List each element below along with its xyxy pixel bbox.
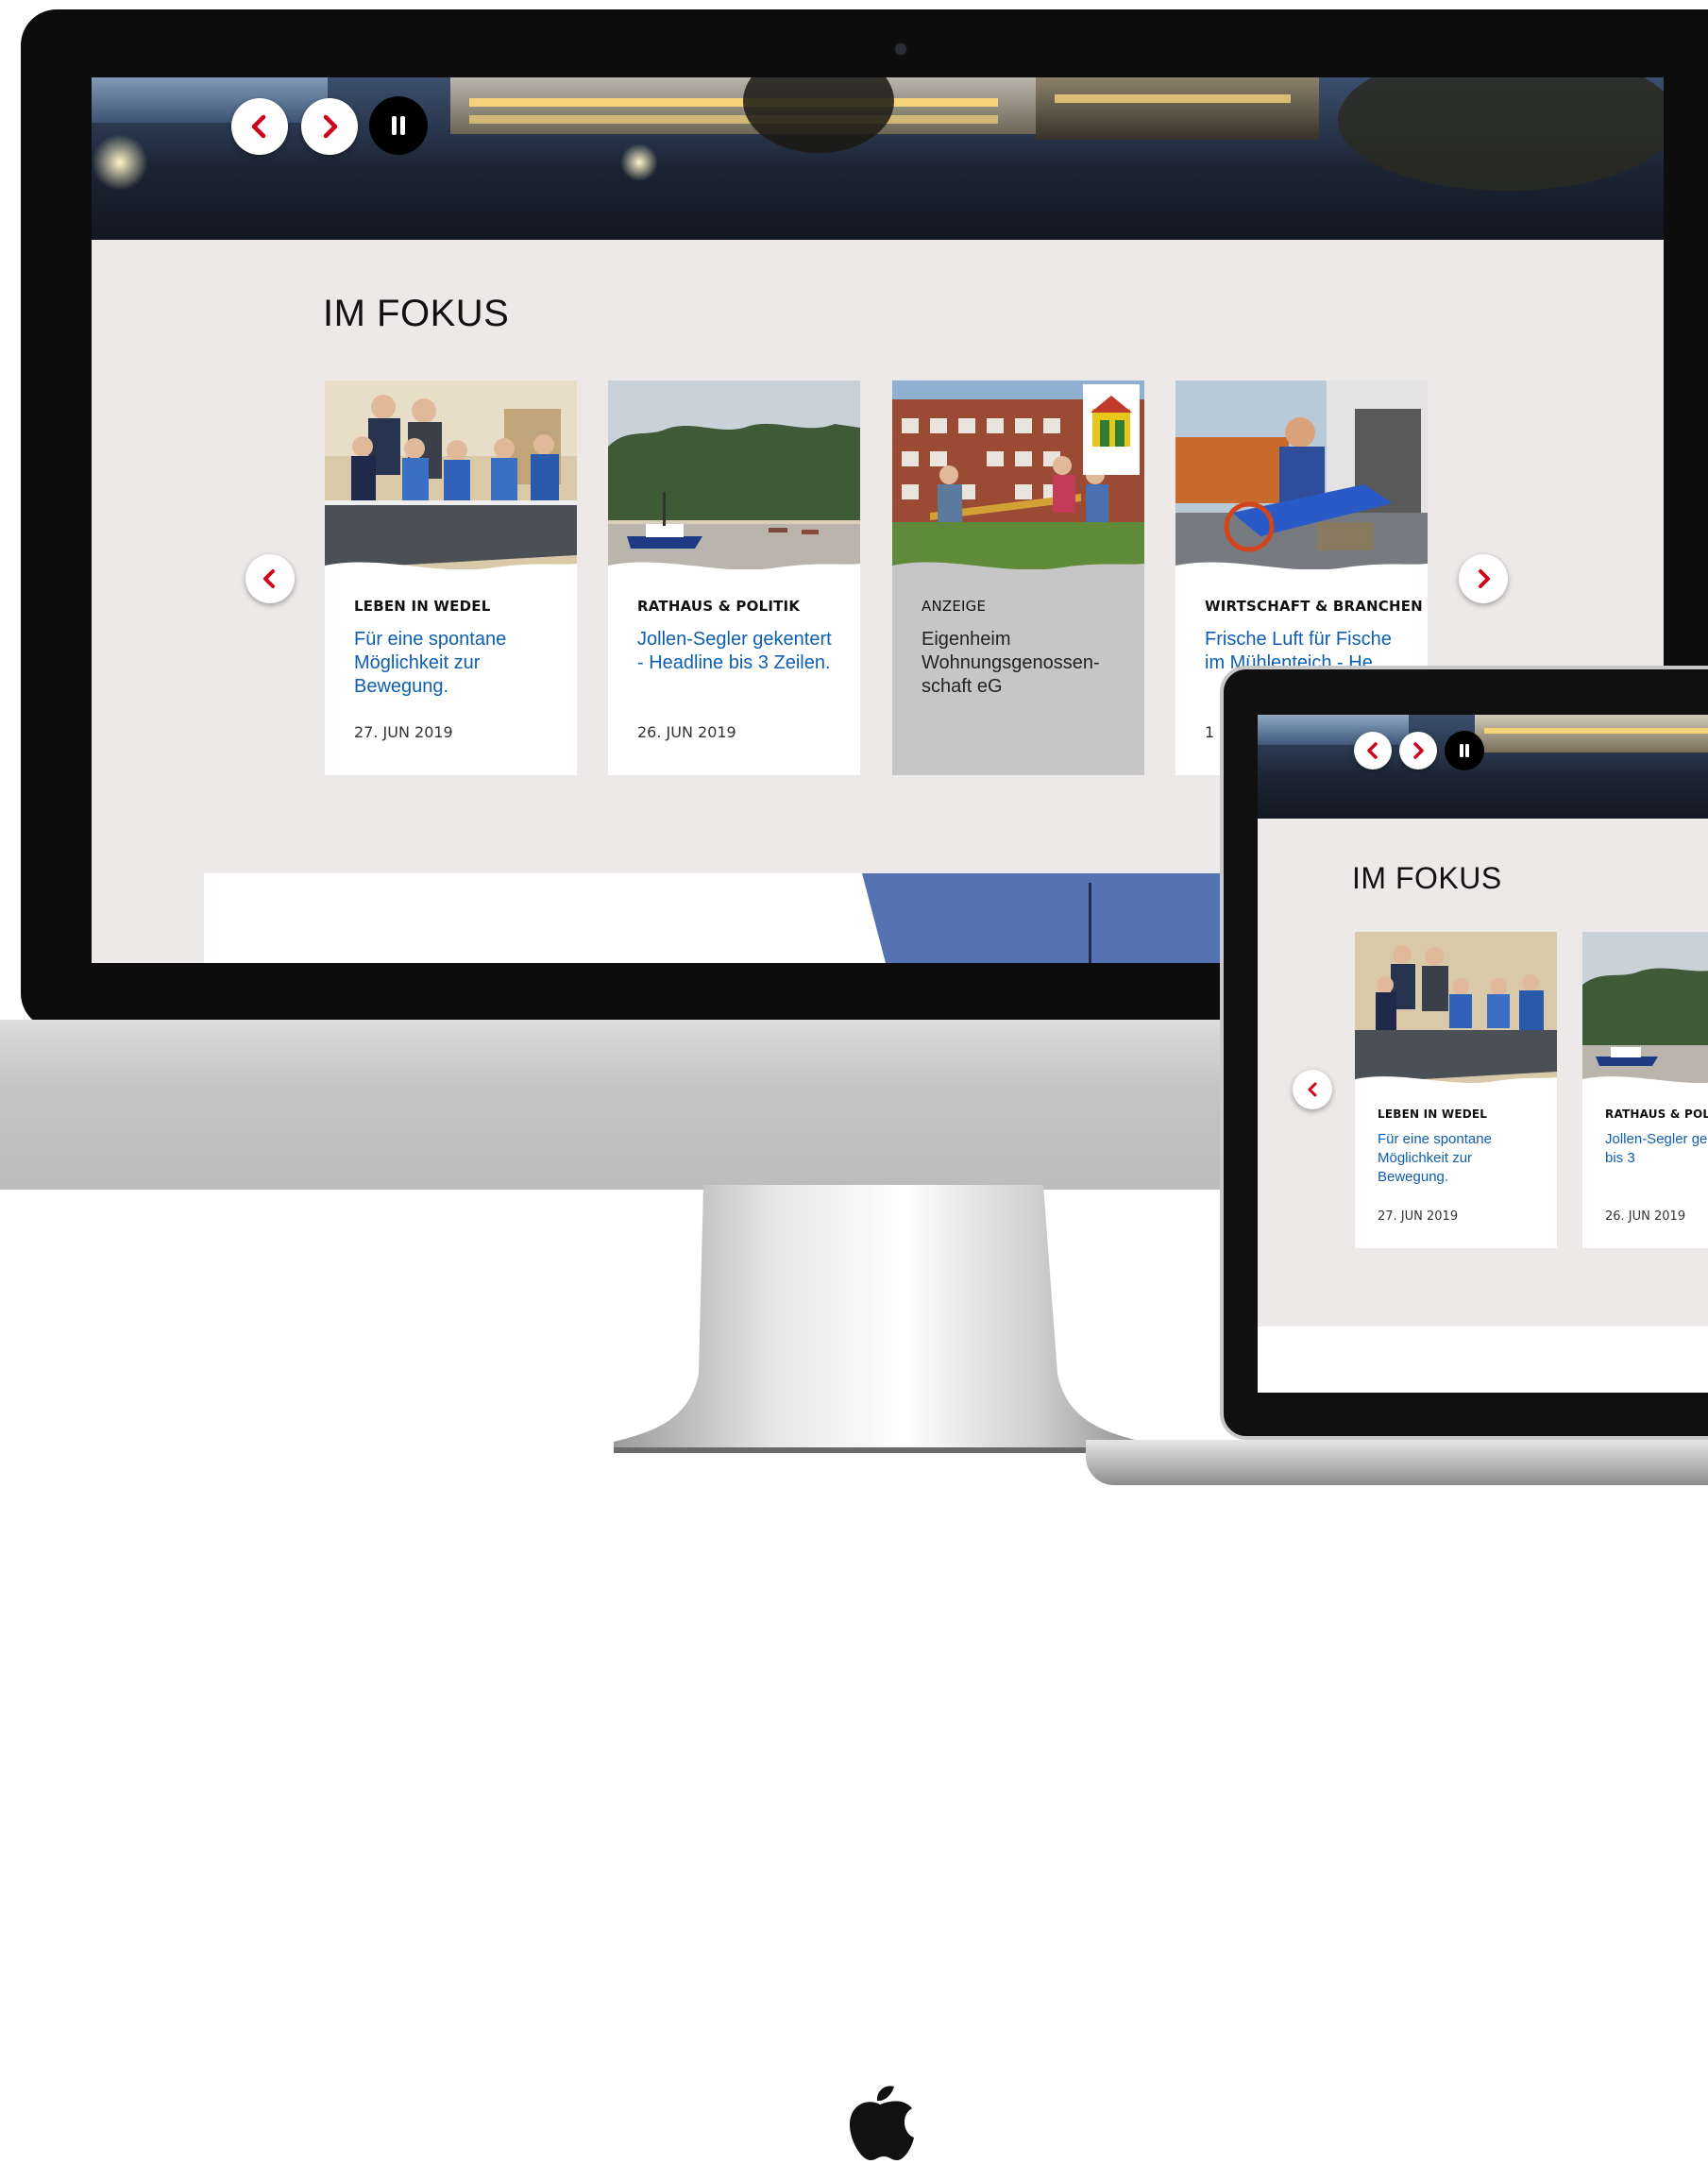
card-category: LEBEN IN WEDEL (354, 598, 491, 615)
slider-prev-button[interactable] (231, 98, 288, 155)
card-headline[interactable]: Eigenheim Wohnungsgenossen-schaft eG (922, 628, 1110, 699)
pause-icon (1460, 744, 1469, 757)
card-wave-divider (608, 562, 860, 579)
slider-prev-button[interactable] (1354, 732, 1392, 769)
carousel-prev-button[interactable] (245, 554, 295, 603)
slider-next-button[interactable] (301, 98, 358, 155)
card-category: WIRTSCHAFT & BRANCHEN (1205, 598, 1423, 615)
card-image-river-boat (1582, 932, 1708, 1083)
card-image-man-with-aerator (1175, 380, 1428, 569)
card-date: 26. JUN 2019 (637, 723, 736, 741)
laptop-screen: IM FOKUS LEBEN IN WEDEL Für eine spontan… (1258, 715, 1708, 1393)
macbook-base (1086, 1440, 1708, 1485)
card-date: 26. JUN 2019 (1605, 1209, 1686, 1224)
card-image-river-boat (608, 380, 860, 569)
ad-card[interactable]: ANZEIGE Eigenheim Wohnungsgenossen-schaf… (892, 380, 1144, 775)
card-category: RATHAUS & POLITIK (637, 598, 801, 615)
hero-slider-image (1258, 715, 1708, 819)
slider-pause-button[interactable] (369, 96, 428, 155)
card-date: 1 (1205, 723, 1215, 741)
chevron-right-icon (323, 114, 338, 139)
chevron-left-icon (1367, 742, 1378, 759)
card-image-housing-cooperative (892, 380, 1144, 569)
chevron-right-icon (1479, 569, 1490, 588)
card-image-table-tennis (1355, 932, 1557, 1083)
card-category: ANZEIGE (922, 598, 987, 615)
section-title: IM FOKUS (323, 293, 510, 334)
camera-icon (893, 42, 908, 57)
card-wave-divider (1582, 1076, 1708, 1090)
news-card[interactable]: RATHAUS & POLIT Jollen-Segler ge - Headl… (1582, 932, 1708, 1248)
card-wave-divider (1175, 562, 1428, 579)
card-headline[interactable]: Für eine spontane Möglichkeit zur Bewegu… (1378, 1130, 1529, 1187)
next-section-teaser (1258, 1327, 1708, 1393)
imac-stand (614, 1185, 1142, 1453)
card-date: 27. JUN 2019 (1378, 1209, 1459, 1224)
apple-logo-icon (849, 2086, 914, 2160)
card-wave-divider (325, 562, 577, 579)
card-date: 27. JUN 2019 (354, 723, 453, 741)
card-headline[interactable]: Jollen-Segler gekentert - Headline bis 3… (637, 628, 840, 675)
news-card[interactable]: LEBEN IN WEDEL Für eine spontane Möglich… (1355, 932, 1557, 1248)
news-card[interactable]: RATHAUS & POLITIK Jollen-Segler gekenter… (608, 380, 860, 775)
chevron-left-icon (263, 569, 275, 588)
card-headline[interactable]: Jollen-Segler ge - Headline bis 3 (1605, 1130, 1708, 1168)
slider-next-button[interactable] (1399, 732, 1437, 769)
slider-pause-button[interactable] (1445, 731, 1484, 770)
card-wave-divider (892, 562, 1144, 579)
card-category: LEBEN IN WEDEL (1378, 1107, 1488, 1121)
news-card[interactable]: LEBEN IN WEDEL Für eine spontane Möglich… (325, 380, 577, 775)
card-headline[interactable]: Für eine spontane Möglichkeit zur Bewegu… (354, 628, 557, 699)
section-title: IM FOKUS (1352, 861, 1502, 895)
card-wave-divider (1355, 1076, 1557, 1090)
chevron-right-icon (1413, 742, 1424, 759)
chevron-left-icon (251, 114, 266, 139)
pause-icon (392, 116, 405, 135)
card-image-table-tennis (325, 380, 577, 569)
carousel-next-button[interactable] (1459, 554, 1508, 603)
carousel-prev-button[interactable] (1293, 1070, 1332, 1109)
card-category: RATHAUS & POLIT (1605, 1107, 1708, 1121)
chevron-left-icon (1308, 1082, 1317, 1097)
